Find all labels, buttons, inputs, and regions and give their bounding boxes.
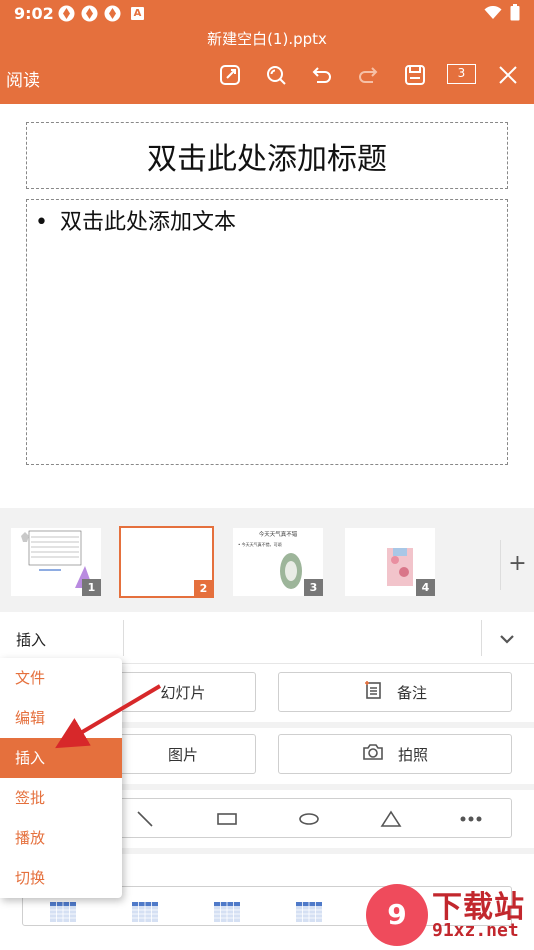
take-photo-button[interactable]: 拍照 <box>278 734 512 774</box>
battery-icon <box>510 4 520 25</box>
menu-item-insert[interactable]: 插入 <box>0 738 122 778</box>
ellipse-shape-icon[interactable] <box>297 808 321 830</box>
slide-canvas[interactable]: 双击此处添加标题 • 双击此处添加文本 <box>0 104 534 508</box>
save-icon[interactable] <box>402 62 428 88</box>
body-placeholder[interactable]: • 双击此处添加文本 <box>26 199 508 465</box>
divider <box>123 620 124 656</box>
tab-dropdown-menu: 文件 编辑 插入 签批 播放 切换 <box>0 658 122 898</box>
table-style-icon[interactable] <box>132 902 158 922</box>
insert-picture-button[interactable]: 图片 <box>110 734 256 774</box>
app-root: 9:02 A 新建空白(1).pptx 阅读 3 双击此处添加标题 • 双击此处… <box>0 0 534 950</box>
table-style-icon[interactable] <box>214 902 240 922</box>
bullet-marker: • <box>35 210 48 235</box>
new-slide-label: 幻灯片 <box>160 683 206 702</box>
menu-item-transition[interactable]: 切换 <box>0 858 122 898</box>
notes-label: 备注 <box>396 683 427 702</box>
slide-3-text: • 今天天气真不错，可颂 <box>238 542 282 547</box>
picture-label: 图片 <box>167 745 198 764</box>
slide-3-image-icon <box>280 553 302 589</box>
app-notification-icon <box>104 5 121 22</box>
table-style-icon[interactable] <box>296 902 322 922</box>
site-watermark: 9 下载站 91xz.net <box>366 880 534 950</box>
slide-number-badge: 1 <box>82 579 101 596</box>
new-slide-button[interactable]: 幻灯片 <box>110 672 256 712</box>
edit-icon[interactable] <box>217 62 243 88</box>
status-time: 9:02 <box>14 4 54 23</box>
body-placeholder-text: 双击此处添加文本 <box>59 210 236 235</box>
shape-picker <box>110 798 512 838</box>
watermark-url: 91xz.net <box>432 920 519 941</box>
file-title: 新建空白(1).pptx <box>207 30 327 48</box>
menu-item-play[interactable]: 播放 <box>0 818 122 858</box>
slide-thumbnail-strip: 1 2 今天天气真不错 • 今天天气真不错，可颂 3 4 + <box>0 510 534 610</box>
close-icon[interactable] <box>495 62 521 88</box>
undo-icon[interactable] <box>309 62 335 88</box>
slide-number-badge: 2 <box>194 580 213 597</box>
app-notification-icon <box>58 5 75 22</box>
slide-thumbnail-1[interactable]: 1 <box>11 528 101 596</box>
slide-3-title: 今天天气真不错 <box>258 532 298 538</box>
slide-4-image-icon <box>387 548 413 586</box>
notification-a-icon: A <box>131 7 144 20</box>
current-tab-label[interactable]: 插入 <box>16 629 46 650</box>
chevron-down-icon[interactable] <box>496 628 518 650</box>
menu-item-file[interactable]: 文件 <box>0 658 122 698</box>
slide-thumbnail-2[interactable]: 2 <box>119 526 214 598</box>
slide-number-badge: 4 <box>416 579 435 596</box>
notes-button[interactable]: 备注 <box>278 672 512 712</box>
app-notification-icon <box>81 5 98 22</box>
watermark-logo: 9 <box>366 884 428 946</box>
divider <box>481 620 482 656</box>
photo-label: 拍照 <box>397 745 428 764</box>
search-icon[interactable] <box>263 62 289 88</box>
add-slide-button[interactable]: + <box>500 540 534 590</box>
menu-item-edit[interactable]: 编辑 <box>0 698 122 738</box>
status-notifications: A <box>58 5 144 22</box>
panel-header: 插入 <box>0 612 534 664</box>
redo-icon[interactable] <box>355 62 381 88</box>
title-placeholder[interactable]: 双击此处添加标题 <box>26 122 508 189</box>
menu-item-annotate[interactable]: 签批 <box>0 778 122 818</box>
notes-icon <box>363 680 383 704</box>
table-style-icon[interactable] <box>50 902 76 922</box>
slide-thumbnail-3[interactable]: 今天天气真不错 • 今天天气真不错，可颂 3 <box>233 528 323 596</box>
status-right <box>484 4 520 25</box>
line-shape-icon[interactable] <box>133 808 157 830</box>
slide-thumbnail-4[interactable]: 4 <box>345 528 435 596</box>
camera-icon <box>362 742 384 766</box>
triangle-shape-icon[interactable] <box>379 808 403 830</box>
rectangle-shape-icon[interactable] <box>215 808 239 830</box>
app-header: 9:02 A 新建空白(1).pptx 阅读 3 <box>0 0 534 104</box>
page-count-button[interactable]: 3 <box>447 64 476 84</box>
slide-number-badge: 3 <box>304 579 323 596</box>
more-shapes-icon[interactable] <box>459 808 483 830</box>
wifi-icon <box>484 5 502 24</box>
